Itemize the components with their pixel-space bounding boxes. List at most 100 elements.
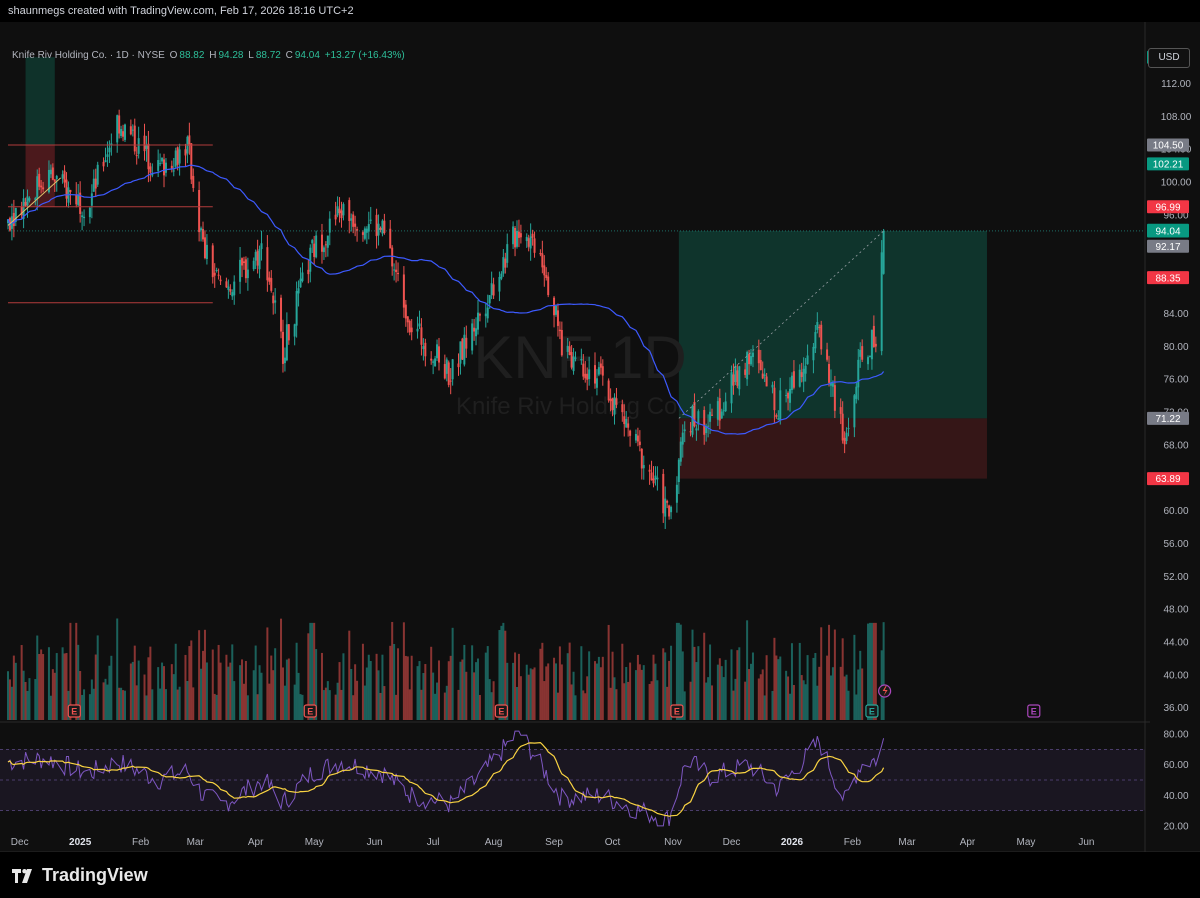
stop-zone (678, 418, 987, 479)
candle-body (845, 432, 848, 441)
candle-body (820, 324, 823, 350)
chart-svg[interactable]: KNF 1D Knife Riv Holding Co. 112.00 108.0… (0, 22, 1200, 852)
candle-body (517, 231, 520, 238)
volume-bar (354, 664, 357, 720)
candle-body (490, 283, 493, 296)
volume-bar (568, 642, 571, 720)
candle-body (804, 365, 807, 374)
volume-bar (404, 655, 407, 720)
volume-bar (818, 666, 821, 720)
candle-body (381, 220, 384, 234)
candle-body (133, 125, 136, 152)
candle-body (730, 372, 733, 404)
candle-body (361, 232, 364, 235)
volume-bar (36, 635, 39, 720)
candle-body (868, 355, 871, 357)
tradingview-logo-icon (12, 868, 32, 883)
candle-body (430, 358, 433, 361)
candle-body (787, 392, 790, 399)
legend-low-value: 88.72 (255, 50, 281, 61)
volume-bar (383, 686, 386, 720)
volume-bar (336, 682, 339, 720)
candle-body (365, 228, 368, 233)
candle-body (648, 469, 651, 472)
candle-body (116, 115, 119, 143)
volume-bar (203, 629, 206, 720)
volume-bar (24, 682, 27, 720)
volume-bar (574, 695, 577, 720)
volume-bar (709, 644, 712, 720)
volume-bar (519, 676, 522, 720)
candle-body (328, 218, 331, 233)
candle-body (393, 269, 396, 271)
volume-bar (488, 679, 491, 720)
volume-bar (178, 686, 181, 720)
candle-body (184, 149, 187, 156)
candle-body (92, 178, 95, 192)
volume-bar (274, 648, 277, 720)
candle-body (574, 357, 577, 359)
candle-body (36, 176, 39, 199)
candle-body (529, 236, 532, 249)
currency-button[interactable]: USD (1148, 48, 1190, 68)
candle-body (751, 352, 754, 358)
volume-bar (732, 690, 735, 720)
candle-body (24, 201, 27, 206)
volume-bar (424, 664, 427, 720)
legend-low-label: L (248, 50, 254, 61)
legend-high-label: H (209, 50, 217, 61)
candle-body (492, 284, 495, 296)
candle-body (560, 330, 563, 356)
rsi-tick-label: 40.00 (1163, 791, 1188, 802)
volume-bar (814, 653, 817, 720)
candle-body (287, 324, 290, 341)
legend-close-value: 94.04 (294, 50, 320, 61)
volume-bar (14, 662, 17, 720)
candle-body (397, 272, 400, 275)
candle-body (498, 277, 501, 292)
candle-body (547, 276, 550, 296)
candle-body (627, 423, 630, 428)
candle-body (307, 269, 310, 275)
volume-bar (720, 666, 723, 720)
symbol-legend: Knife Riv Holding Co. · 1D · NYSE O 88.82… (12, 50, 407, 61)
volume-bar (395, 694, 398, 720)
volume-bar (683, 691, 686, 720)
volume-bar (820, 627, 823, 720)
candle-body (104, 160, 107, 163)
tradingview-logo[interactable]: TradingView (12, 865, 148, 886)
volume-bar (7, 671, 9, 720)
candle-body (798, 369, 801, 387)
candle-body (81, 215, 84, 218)
price-tick-label: 52.00 (1163, 572, 1188, 583)
candle-body (711, 414, 714, 416)
volume-bar (432, 672, 435, 720)
volume-bar (539, 648, 542, 720)
candle-body (613, 397, 616, 415)
volume-bar (623, 683, 626, 720)
candle-body (26, 196, 29, 206)
volume-bar (855, 694, 858, 720)
time-tick-label: May (305, 837, 324, 848)
candle-body (833, 385, 836, 411)
price-tick-label: 112.00 (1161, 79, 1191, 90)
credit-text: shaunmegs created with TradingView.com, … (8, 5, 354, 17)
volume-bar (445, 685, 448, 720)
volume-bar (703, 632, 706, 720)
volume-bar (882, 622, 885, 720)
volume-bar (283, 685, 286, 720)
volume-bar (301, 694, 304, 720)
volume-bar (365, 667, 368, 720)
volume-bar (771, 690, 774, 720)
volume-bar (135, 685, 138, 720)
chart-frame[interactable]: KNF 1D Knife Riv Holding Co. 112.00 108.0… (0, 22, 1200, 852)
candle-body (525, 236, 528, 242)
price-label-text: 71.22 (1155, 414, 1180, 425)
volume-bar (638, 664, 641, 720)
volume-bar (256, 694, 259, 720)
volume-bar (295, 642, 298, 720)
volume-bar (161, 662, 164, 720)
volume-bar (447, 661, 450, 720)
candle-body (556, 310, 559, 326)
volume-bar (198, 630, 201, 720)
